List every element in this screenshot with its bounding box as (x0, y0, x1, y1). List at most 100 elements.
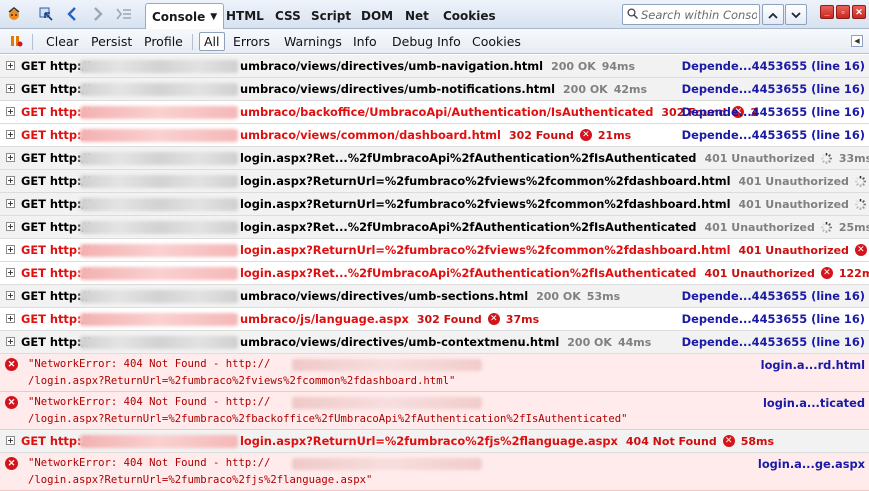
filter-warnings[interactable]: Warnings (280, 32, 346, 51)
duration: 25ms (838, 220, 869, 234)
expand-toggle-icon[interactable]: + (6, 337, 15, 346)
back-icon[interactable] (62, 4, 82, 24)
request-url[interactable]: login.aspx?Ret...%2fUmbracoApi%2fAuthent… (240, 151, 869, 165)
duration: 94ms (601, 59, 636, 73)
log-row[interactable]: + GET http://login.aspx?ReturnUrl=%2fumbr… (0, 170, 869, 193)
toggle-panel-icon[interactable]: ◀ (851, 35, 863, 47)
request-url[interactable]: login.aspx?Ret...%2fUmbracoApi%2fAuthent… (240, 266, 869, 280)
firebug-icon[interactable] (4, 4, 24, 24)
log-row[interactable]: + GET http://login.aspx?ReturnUrl=%2fumbr… (0, 239, 869, 262)
inspect-icon[interactable] (36, 4, 56, 24)
tab-html[interactable]: HTML (220, 3, 270, 29)
tab-console[interactable]: Console ▼ (145, 3, 225, 30)
duration: 44ms (617, 335, 652, 349)
clear-button[interactable]: Clear (42, 32, 83, 51)
request-url[interactable]: umbraco/views/directives/umb-notificatio… (240, 82, 647, 96)
expand-toggle-icon[interactable]: + (6, 199, 15, 208)
tab-script[interactable]: Script (305, 3, 357, 29)
search-prev-button[interactable] (762, 4, 784, 25)
log-row[interactable]: + GET http://umbraco/views/directives/umb… (0, 285, 869, 308)
source-link[interactable]: login.a...ticated (763, 396, 865, 410)
tab-cookies[interactable]: Cookies (437, 3, 502, 29)
status-text: 401 Unauthorized (704, 266, 815, 280)
expand-toggle-icon[interactable]: + (6, 245, 15, 254)
request-url[interactable]: umbraco/js/language.aspx 302 Found ✕ 37ms (240, 312, 539, 326)
source-link[interactable]: Depende...4453655 (line 16) (682, 289, 865, 303)
source-link[interactable]: login.a...ge.aspx (758, 457, 865, 471)
search-input[interactable] (641, 7, 757, 22)
status-text: 200 OK (567, 335, 612, 349)
source-link[interactable]: Depende...4453655 (line 16) (682, 128, 865, 142)
request-url[interactable]: umbraco/views/common/dashboard.html 302 F… (240, 128, 631, 142)
redacted-host (292, 397, 482, 409)
tab-css[interactable]: CSS (269, 3, 307, 29)
log-row[interactable]: + GET http://umbraco/views/directives/umb… (0, 78, 869, 101)
log-row[interactable]: + GET http://umbraco/js/language.aspx 302 … (0, 308, 869, 331)
request-url[interactable]: login.aspx?ReturnUrl=%2fumbraco%2fviews%… (240, 243, 869, 257)
request-url[interactable]: umbraco/views/directives/umb-contextmenu… (240, 335, 651, 349)
firebug-toolbar: Console ▼ HTML CSS Script DOM Net Cookie… (0, 0, 869, 30)
expand-toggle-icon[interactable]: + (6, 107, 15, 116)
filter-cookies[interactable]: Cookies (468, 32, 525, 51)
source-link[interactable]: Depende...4453655 (line 16) (682, 335, 865, 349)
source-link[interactable]: Depende...4453655 (line 16) (682, 82, 865, 96)
search-box[interactable] (622, 4, 760, 25)
expand-toggle-icon[interactable]: + (6, 436, 15, 445)
source-link[interactable]: Depende...4453655 (line 16) (682, 105, 865, 119)
expand-toggle-icon[interactable]: + (6, 61, 15, 70)
filter-info[interactable]: Info (349, 32, 381, 51)
log-row[interactable]: + GET http://umbraco/views/directives/umb… (0, 331, 869, 354)
log-row[interactable]: + GET http://login.aspx?ReturnUrl=%2fumbr… (0, 430, 869, 453)
persist-button[interactable]: Persist (87, 32, 136, 51)
log-row[interactable]: + GET http://login.aspx?Ret...%2fUmbracoA… (0, 216, 869, 239)
status-text: 200 OK (563, 82, 608, 96)
request-url[interactable]: umbraco/views/directives/umb-sections.ht… (240, 289, 620, 303)
detach-icon[interactable]: ▫ (836, 5, 850, 19)
close-icon[interactable]: ✕ (852, 5, 866, 19)
status-text: 401 Unauthorized (738, 243, 849, 257)
request-path: login.aspx?Ret...%2fUmbracoApi%2fAuthent… (240, 266, 697, 280)
request-url[interactable]: login.aspx?Ret...%2fUmbracoApi%2fAuthent… (240, 220, 869, 234)
log-row[interactable]: + GET http://login.aspx?ReturnUrl=%2fumbr… (0, 193, 869, 216)
error-icon: ✕ (722, 435, 735, 447)
chevron-down-icon (791, 8, 801, 22)
request-url[interactable]: umbraco/views/directives/umb-navigation.… (240, 59, 635, 73)
command-line-icon[interactable] (114, 4, 134, 24)
source-link[interactable]: Depende...4453655 (line 16) (682, 59, 865, 73)
log-row[interactable]: + GET http://login.aspx?Ret...%2fUmbracoA… (0, 147, 869, 170)
expand-toggle-icon[interactable]: + (6, 314, 15, 323)
filter-all[interactable]: All (199, 32, 225, 51)
log-row[interactable]: + GET http://umbraco/views/directives/umb… (0, 55, 869, 78)
expand-toggle-icon[interactable]: + (6, 130, 15, 139)
expand-toggle-icon[interactable]: + (6, 84, 15, 93)
search-next-button[interactable] (785, 4, 807, 25)
source-link[interactable]: Depende...4453655 (line 16) (682, 312, 865, 326)
tab-dom[interactable]: DOM (355, 3, 399, 29)
request-path: login.aspx?ReturnUrl=%2fumbraco%2fviews%… (240, 174, 731, 188)
source-link[interactable]: login.a...rd.html (761, 358, 865, 372)
forward-icon[interactable] (88, 4, 108, 24)
request-url[interactable]: umbraco/backoffice/UmbracoApi/Authentica… (240, 105, 758, 119)
filter-debug-info[interactable]: Debug Info (388, 32, 465, 51)
expand-toggle-icon[interactable]: + (6, 153, 15, 162)
tab-net[interactable]: Net (399, 3, 435, 29)
expand-toggle-icon[interactable]: + (6, 291, 15, 300)
log-row[interactable]: + GET http://umbraco/views/common/dashboa… (0, 124, 869, 147)
redacted-host (80, 313, 238, 326)
request-url[interactable]: login.aspx?ReturnUrl=%2fumbraco%2fviews%… (240, 174, 869, 188)
break-on-error-icon[interactable] (6, 31, 26, 51)
profile-button[interactable]: Profile (140, 32, 187, 51)
log-row[interactable]: + GET http://umbraco/backoffice/UmbracoAp… (0, 101, 869, 124)
log-row[interactable]: + GET http://login.aspx?Ret...%2fUmbracoA… (0, 262, 869, 285)
minimize-icon[interactable]: _ (820, 5, 834, 19)
expand-toggle-icon[interactable]: + (6, 222, 15, 231)
expand-toggle-icon[interactable]: + (6, 268, 15, 277)
chevron-up-icon (768, 8, 778, 22)
request-url[interactable]: login.aspx?ReturnUrl=%2fumbraco%2fjs%2fl… (240, 434, 774, 448)
expand-toggle-icon[interactable]: + (6, 176, 15, 185)
redacted-host (80, 83, 238, 96)
request-url[interactable]: login.aspx?ReturnUrl=%2fumbraco%2fviews%… (240, 197, 869, 211)
chevron-down-icon[interactable]: ▼ (210, 12, 217, 22)
filter-errors[interactable]: Errors (229, 32, 274, 51)
status-text: 404 Not Found (625, 434, 717, 448)
